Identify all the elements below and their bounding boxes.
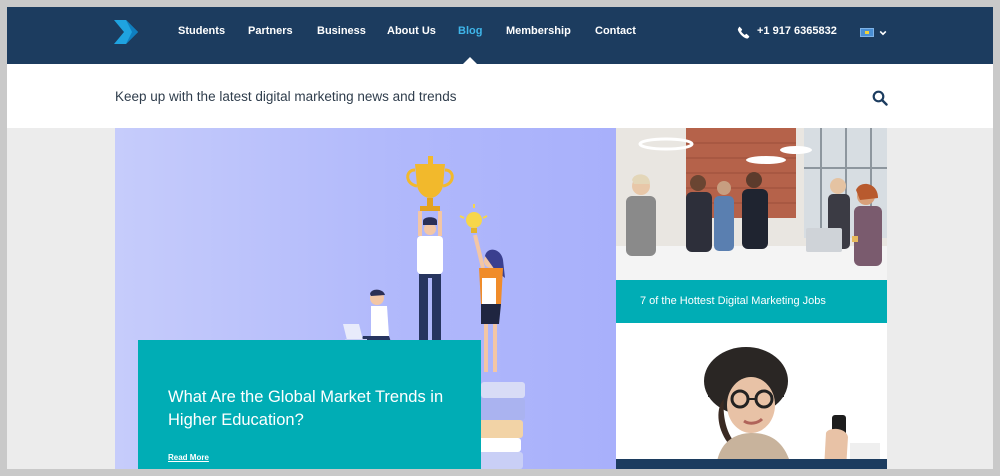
nav-membership[interactable]: Membership bbox=[506, 25, 571, 37]
featured-post-title[interactable]: What Are the Global Market Trends in Hig… bbox=[168, 386, 458, 432]
office-team-photo bbox=[616, 128, 887, 280]
nav-contact[interactable]: Contact bbox=[595, 25, 636, 37]
blog-tagline-bar: Keep up with the latest digital marketin… bbox=[7, 64, 993, 128]
top-navbar: Students Partners Business About Us Blog… bbox=[7, 7, 993, 65]
post-title-band: 7 of the Hottest Digital Marketing Jobs bbox=[616, 280, 887, 323]
post-card-marketing-jobs[interactable]: 7 of the Hottest Digital Marketing Jobs bbox=[616, 128, 887, 323]
language-selector[interactable] bbox=[860, 26, 890, 40]
nav-partners[interactable]: Partners bbox=[248, 25, 293, 37]
phone-icon bbox=[737, 26, 750, 39]
chevron-down-icon bbox=[879, 30, 887, 36]
read-more-link[interactable]: Read More bbox=[168, 453, 209, 462]
nav-business[interactable]: Business bbox=[317, 25, 366, 37]
flag-icon bbox=[860, 28, 874, 37]
nav-students[interactable]: Students bbox=[178, 25, 225, 37]
featured-post[interactable]: What Are the Global Market Trends in Hig… bbox=[115, 128, 616, 469]
brand-logo-icon[interactable] bbox=[114, 20, 138, 44]
nav-about-us[interactable]: About Us bbox=[387, 25, 436, 37]
page-frame: Students Partners Business About Us Blog… bbox=[7, 7, 993, 469]
post-title-band bbox=[616, 459, 887, 469]
woman-selfie-photo bbox=[616, 323, 887, 469]
nav-blog[interactable]: Blog bbox=[458, 25, 482, 37]
blog-tagline: Keep up with the latest digital marketin… bbox=[115, 89, 457, 104]
post-card-selfie[interactable] bbox=[616, 323, 887, 469]
featured-post-card[interactable]: What Are the Global Market Trends in Hig… bbox=[138, 340, 481, 469]
search-icon[interactable] bbox=[872, 90, 888, 106]
post-card-title[interactable]: 7 of the Hottest Digital Marketing Jobs bbox=[640, 295, 826, 307]
phone-number[interactable]: +1 917 6365832 bbox=[757, 25, 837, 37]
